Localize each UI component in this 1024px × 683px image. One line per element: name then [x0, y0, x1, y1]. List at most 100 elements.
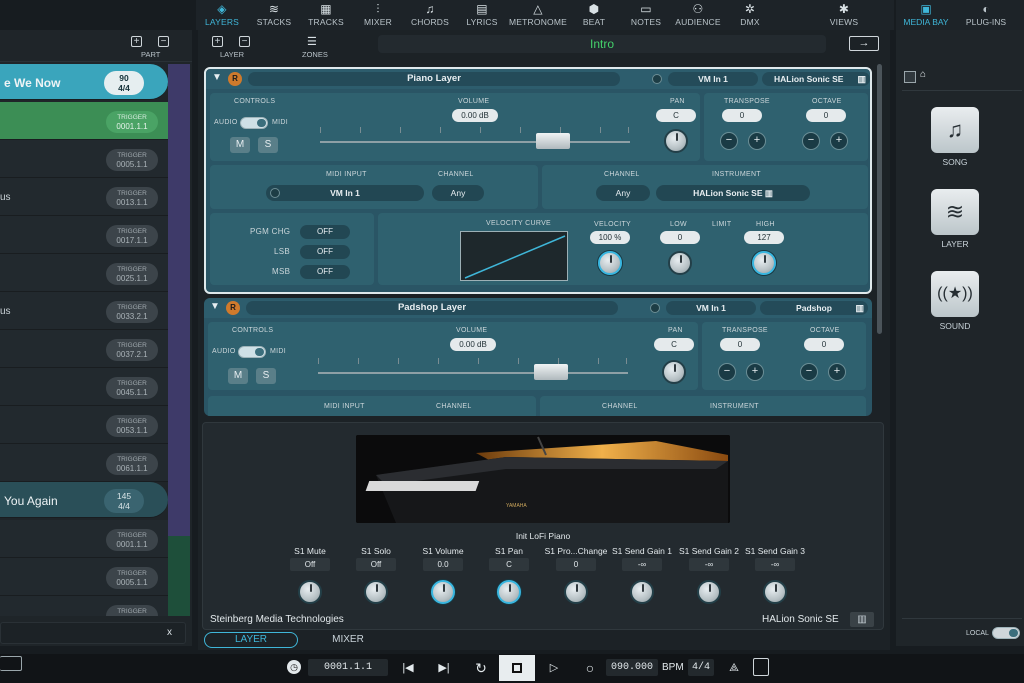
remove-part-button[interactable]: −	[158, 36, 169, 47]
local-toggle[interactable]	[992, 627, 1020, 639]
record-arm-button[interactable]: R	[228, 72, 242, 86]
transpose-up-button[interactable]: +	[746, 363, 764, 381]
loop-icon[interactable]: ↻	[472, 656, 490, 680]
octave-down-button[interactable]: −	[802, 132, 820, 150]
midi-channel-select[interactable]: Any	[432, 185, 484, 201]
param-value[interactable]: 0.0	[423, 558, 463, 571]
remove-layer-button[interactable]: −	[239, 36, 250, 47]
low-knob[interactable]	[668, 251, 692, 275]
tab-mixer-bottom[interactable]: MIXER	[310, 632, 386, 648]
param-value[interactable]: Off	[356, 558, 396, 571]
tab-media-bay[interactable]: ▣ MEDIA BAY	[896, 0, 956, 30]
keyboard-icon[interactable]: ▥	[857, 72, 866, 86]
part-row[interactable]: TRIGGER 0037.2.1	[0, 330, 168, 368]
go-to-start-icon[interactable]: |◀	[400, 656, 416, 680]
tempo-display[interactable]: 090.000	[606, 659, 658, 676]
param-knob-send-3[interactable]	[763, 580, 787, 604]
stop-button[interactable]	[499, 655, 535, 681]
layer-name[interactable]: Padshop Layer	[246, 301, 618, 315]
msb-toggle[interactable]: OFF	[300, 265, 350, 279]
transpose-up-button[interactable]: +	[748, 132, 766, 150]
setlist-search[interactable]: x	[0, 622, 186, 644]
record-icon[interactable]: ○	[582, 656, 598, 680]
velocity-value[interactable]: 100 %	[590, 231, 630, 244]
pgm-chg-toggle[interactable]: OFF	[300, 225, 350, 239]
tab-layers[interactable]: ◈ LAYERS	[196, 0, 248, 30]
octave-down-button[interactable]: −	[800, 363, 818, 381]
solo-button[interactable]: S	[258, 137, 278, 153]
position-display[interactable]: 0001.1.1	[308, 659, 388, 676]
pan-value[interactable]: C	[654, 338, 694, 351]
keyboard-icon[interactable]: ▥	[765, 188, 773, 198]
octave-value[interactable]: 0	[804, 338, 844, 351]
param-value[interactable]: -∞	[755, 558, 795, 571]
mute-button[interactable]: M	[228, 368, 248, 384]
tab-beat[interactable]: ⬢ BEAT	[568, 0, 620, 30]
media-bay-checkbox[interactable]	[904, 71, 916, 83]
instrument-channel-select[interactable]: Any	[596, 185, 650, 201]
transport-left-button[interactable]	[0, 656, 22, 671]
layer-name[interactable]: Piano Layer	[248, 72, 620, 86]
keyboard-icon[interactable]: ▥	[850, 612, 874, 627]
metronome-icon[interactable]: ⟁	[726, 656, 742, 680]
param-knob-mute[interactable]	[298, 580, 322, 604]
volume-value[interactable]: 0.00 dB	[452, 109, 498, 122]
part-row[interactable]: TRIGGER 0045.1.1	[0, 368, 168, 406]
high-knob[interactable]	[752, 251, 776, 275]
low-value[interactable]: 0	[660, 231, 700, 244]
part-row[interactable]: TRIGGER 0053.1.1	[0, 406, 168, 444]
next-part-button[interactable]: →	[849, 36, 879, 51]
go-to-end-icon[interactable]: ▶|	[436, 656, 452, 680]
part-row[interactable]: TRIGGER 0001.1.1	[0, 102, 168, 140]
part-row[interactable]: TRIGGER 0017.1.1	[0, 216, 168, 254]
signature-display[interactable]: 4/4	[688, 659, 714, 676]
tab-mixer[interactable]: ⫶ MIXER	[352, 0, 404, 30]
velocity-knob[interactable]	[598, 251, 622, 275]
midi-input-select[interactable]: VM In 1	[266, 185, 424, 201]
transport-right-button[interactable]	[753, 658, 769, 676]
pan-value[interactable]: C	[656, 109, 696, 122]
layer-panel-piano[interactable]: ▼ R Piano Layer VM In 1 HALion Sonic SE ▥…	[204, 67, 872, 294]
pan-knob[interactable]	[662, 360, 686, 384]
tab-metronome[interactable]: △ METRONOME	[508, 0, 568, 30]
transpose-value[interactable]: 0	[720, 338, 760, 351]
tab-views[interactable]: ✱ VIEWS	[818, 0, 870, 30]
part-row[interactable]: TRIGGER 0005.1.1	[0, 140, 168, 178]
record-arm-button[interactable]: R	[226, 301, 240, 315]
solo-button[interactable]: S	[256, 368, 276, 384]
part-row[interactable]: TRIGGER 0061.1.1	[0, 444, 168, 482]
part-row[interactable]: TRIGGER 0025.1.1	[0, 254, 168, 292]
layer-midi-input[interactable]: VM In 1	[666, 301, 756, 315]
song-icon[interactable]: ♫	[931, 107, 979, 153]
volume-fader-track[interactable]	[318, 372, 628, 374]
layers-scrollbar[interactable]	[877, 64, 882, 334]
param-knob-send-2[interactable]	[697, 580, 721, 604]
song-row[interactable]: You Again 145 4/4	[0, 482, 168, 518]
layer-panel-padshop[interactable]: ▼ R Padshop Layer VM In 1 Padshop ▥ CONTR…	[204, 298, 872, 416]
tab-chords[interactable]: ♫ CHORDS	[404, 0, 456, 30]
zones-icon[interactable]: ☰	[307, 35, 317, 48]
transpose-value[interactable]: 0	[722, 109, 762, 122]
param-knob-send-1[interactable]	[630, 580, 654, 604]
instrument-select[interactable]: HALion Sonic SE ▥	[656, 185, 810, 201]
layer-stack-icon[interactable]: ≋	[931, 189, 979, 235]
tab-audience[interactable]: ⚇ AUDIENCE	[672, 0, 724, 30]
part-row[interactable]: TRIGGER 0001.1.1	[0, 520, 168, 558]
tab-layer-bottom[interactable]: LAYER	[204, 632, 298, 648]
transpose-down-button[interactable]: −	[718, 363, 736, 381]
play-icon[interactable]: ▷	[546, 656, 562, 680]
collapse-icon[interactable]: ▼	[210, 301, 220, 312]
transpose-down-button[interactable]: −	[720, 132, 738, 150]
close-icon[interactable]: x	[167, 627, 172, 638]
layer-instrument[interactable]: Padshop ▥	[760, 301, 868, 315]
param-knob-solo[interactable]	[364, 580, 388, 604]
velocity-curve-graph[interactable]	[460, 231, 568, 281]
layer-midi-input[interactable]: VM In 1	[668, 72, 758, 86]
high-value[interactable]: 127	[744, 231, 784, 244]
tab-plug-ins[interactable]: ◐ PLUG-INS	[956, 0, 1016, 30]
param-knob-volume[interactable]	[431, 580, 455, 604]
lsb-toggle[interactable]: OFF	[300, 245, 350, 259]
volume-fader-track[interactable]	[320, 141, 630, 143]
octave-up-button[interactable]: +	[830, 132, 848, 150]
part-row[interactable]: TRIGGER 0005.1.1	[0, 558, 168, 596]
